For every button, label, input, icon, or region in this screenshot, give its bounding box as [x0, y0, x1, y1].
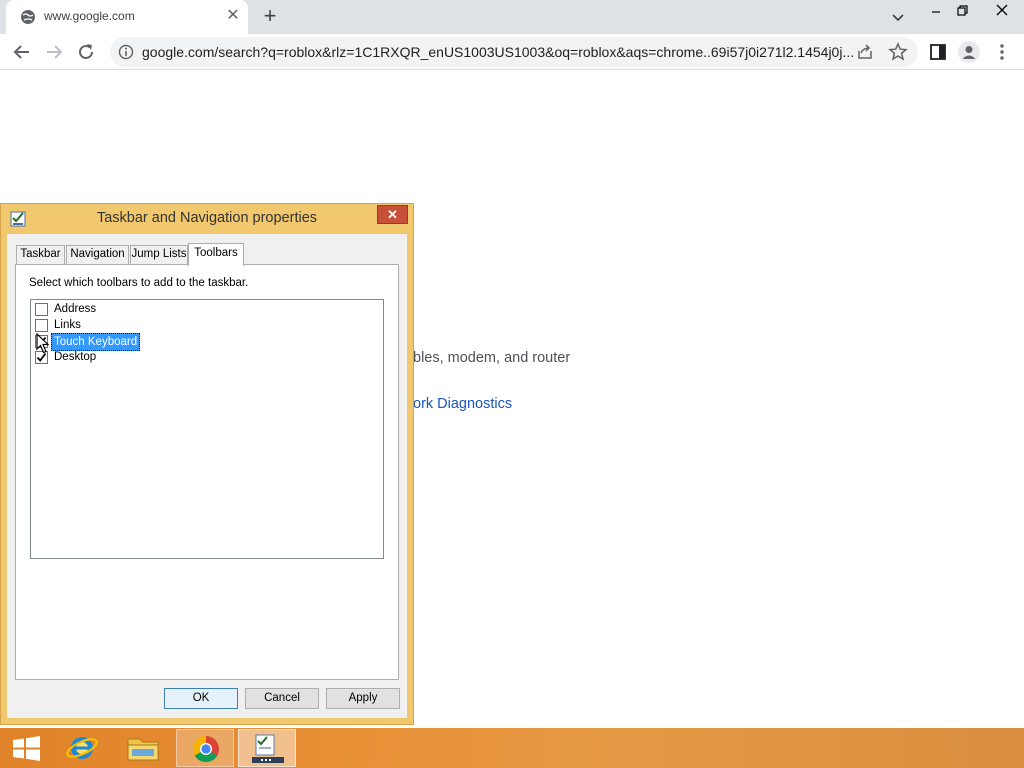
address-bar[interactable]: google.com/search?q=roblox&rlz=1C1RXQR_e… [110, 37, 918, 67]
list-item-desktop[interactable]: Desktop [35, 349, 335, 365]
list-item-label: Desktop [54, 351, 97, 363]
dialog-title: Taskbar and Navigation properties [96, 210, 318, 226]
toolbars-tab-panel: Select which toolbars to add to the task… [15, 264, 399, 680]
bookmark-star-icon[interactable] [888, 42, 908, 62]
tab-title: www.google.com [44, 9, 135, 23]
internet-explorer-taskbar-button[interactable] [54, 729, 112, 767]
restore-icon[interactable] [951, 2, 973, 20]
taskbar-properties-dialog: Taskbar and Navigation properties ✕ Task… [0, 203, 414, 725]
chevron-down-icon[interactable] [888, 7, 908, 27]
browser-tab-strip: www.google.com ✕ + [0, 0, 1024, 34]
person-icon [962, 46, 976, 59]
address-checkbox[interactable] [35, 303, 48, 316]
share-icon[interactable] [856, 43, 874, 61]
list-item-links[interactable]: Links [35, 317, 335, 333]
list-item-label: Links [54, 319, 81, 331]
tab-jump-lists[interactable]: Jump Lists [130, 245, 188, 264]
address-url[interactable]: google.com/search?q=roblox&rlz=1C1RXQR_e… [142, 44, 854, 60]
forward-arrow-icon[interactable] [42, 40, 66, 64]
chrome-icon [192, 735, 219, 763]
chrome-taskbar-button[interactable] [176, 729, 234, 767]
ok-button[interactable]: OK [164, 688, 238, 709]
internet-explorer-icon [66, 737, 98, 759]
network-diagnostics-link[interactable]: ork Diagnostics [413, 396, 512, 412]
dialog-close-button[interactable]: ✕ [377, 205, 408, 224]
apply-button[interactable]: Apply [326, 688, 400, 709]
browser-tab[interactable]: www.google.com ✕ [6, 0, 248, 34]
file-explorer-icon [127, 738, 159, 761]
tab-taskbar[interactable]: Taskbar [16, 245, 65, 264]
start-icon [13, 736, 40, 761]
windows-taskbar [0, 728, 1024, 768]
side-panel-icon[interactable] [928, 42, 948, 62]
profile-avatar[interactable] [958, 41, 980, 63]
list-item-address[interactable]: Address [35, 301, 335, 317]
cancel-button[interactable]: Cancel [245, 688, 319, 709]
toolbars-listbox[interactable]: Address Links Touch Keyboard Desktop [30, 299, 384, 559]
tab-navigation[interactable]: Navigation [66, 245, 129, 264]
globe-icon [21, 10, 35, 24]
taskbar-properties-icon [252, 734, 284, 763]
window-close-icon[interactable] [980, 0, 1024, 20]
taskbar-properties-taskbar-button[interactable] [238, 729, 296, 767]
list-item-touch-keyboard[interactable]: Touch Keyboard [35, 333, 335, 351]
more-menu-icon[interactable] [994, 42, 1010, 62]
instruction-text: Select which toolbars to add to the task… [29, 277, 249, 289]
start-button[interactable] [0, 729, 58, 767]
file-explorer-taskbar-button[interactable] [114, 729, 172, 767]
browser-toolbar: google.com/search?q=roblox&rlz=1C1RXQR_e… [0, 34, 1024, 70]
reload-icon[interactable] [74, 40, 98, 64]
mouse-cursor-icon [36, 333, 50, 354]
tab-close-icon[interactable]: ✕ [224, 7, 242, 25]
new-tab-button[interactable]: + [258, 5, 282, 29]
dialog-body: Taskbar Navigation Jump Lists Toolbars S… [7, 234, 407, 718]
minimize-icon[interactable] [925, 2, 947, 20]
dialog-titlebar[interactable]: Taskbar and Navigation properties ✕ [1, 204, 413, 233]
back-arrow-icon[interactable] [10, 40, 34, 64]
page-text-line: bles, modem, and router [413, 350, 571, 366]
links-checkbox[interactable] [35, 319, 48, 332]
tab-toolbars[interactable]: Toolbars [188, 243, 244, 266]
list-item-label: Address [54, 303, 97, 315]
info-icon[interactable] [118, 44, 134, 60]
